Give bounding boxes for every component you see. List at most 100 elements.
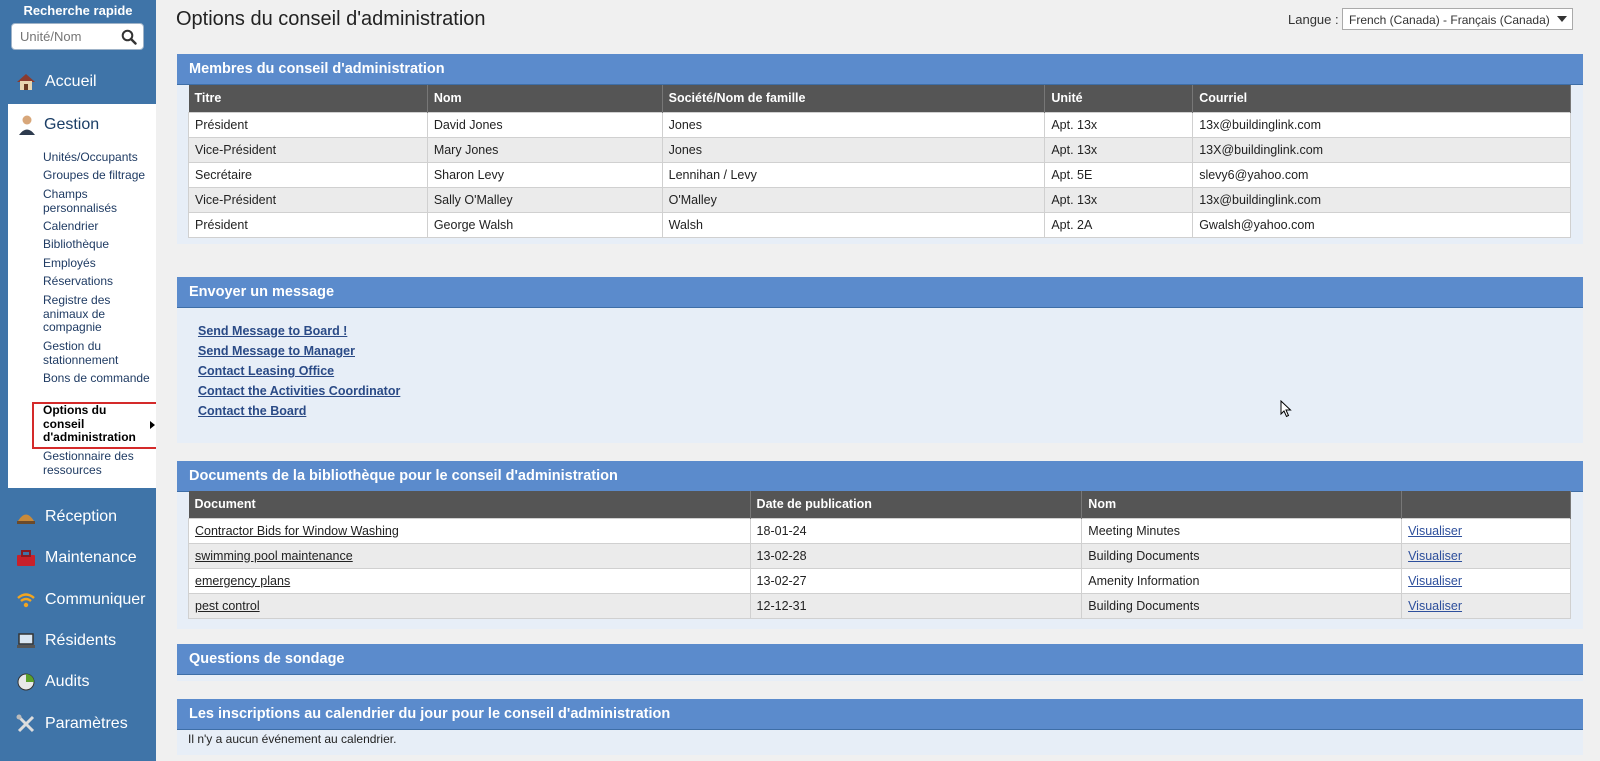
document-cell: pest control [188, 592, 751, 619]
member-company: O'Malley [661, 186, 1046, 213]
page-title: Options du conseil d'administration [176, 8, 486, 30]
column-header: Nom [427, 85, 663, 112]
nav-parametres[interactable]: Paramètres [0, 704, 156, 744]
column-header [1401, 491, 1571, 518]
subnav-employes[interactable]: Employés [43, 256, 155, 271]
gestion-panel: Gestion Unités/Occupants Groupes de filt… [8, 104, 166, 488]
member-unit: Apt. 13x [1044, 186, 1194, 213]
subnav-bibliotheque[interactable]: Bibliothèque [43, 237, 155, 252]
subnav-reservations[interactable]: Réservations [43, 274, 155, 289]
view-link[interactable]: Visualiser [1408, 549, 1462, 563]
nav-reception[interactable]: Réception [0, 497, 156, 537]
quick-search-title: Recherche rapide [23, 3, 133, 18]
member-title: Président [188, 111, 428, 138]
member-company: Walsh [661, 211, 1046, 238]
nav-communiquer[interactable]: Communiquer [0, 580, 156, 620]
house-icon [15, 71, 37, 93]
member-title: Secrétaire [188, 161, 428, 188]
subnav-gestionnaire-ressources[interactable]: Gestionnaire des ressources [43, 449, 155, 477]
document-link[interactable]: Contractor Bids for Window Washing [195, 524, 399, 538]
nav-accueil[interactable]: Accueil [0, 62, 156, 102]
document-date: 13-02-27 [749, 567, 1083, 594]
member-name: George Walsh [426, 211, 663, 238]
view-link[interactable]: Visualiser [1408, 599, 1462, 613]
documents-section-title: Documents de la bibliothèque pour le con… [177, 461, 1583, 492]
subnav-champs-personnalises[interactable]: Champs personnalisés [43, 187, 155, 215]
member-title: Vice-Président [188, 186, 428, 213]
send-message-board-link[interactable]: Send Message to Board ! [198, 324, 347, 338]
document-category: Building Documents [1081, 542, 1403, 569]
tools-icon [15, 713, 37, 735]
table-row: Président David Jones Jones Apt. 13x 13x… [188, 111, 1571, 138]
document-action-cell: Visualiser [1401, 592, 1571, 619]
document-category: Amenity Information [1081, 567, 1403, 594]
calendar-section: Les inscriptions au calendrier du jour p… [177, 699, 1583, 755]
subnav-bons-commande[interactable]: Bons de commande [43, 371, 155, 386]
documents-header-row: Document Date de publication Nom [188, 491, 1571, 518]
view-link[interactable]: Visualiser [1408, 574, 1462, 588]
nav-residents[interactable]: Résidents [0, 621, 156, 661]
member-unit: Apt. 13x [1044, 111, 1194, 138]
nav-audits[interactable]: Audits [0, 662, 156, 702]
member-name: Sally O'Malley [426, 186, 663, 213]
documents-table: Document Date de publication Nom Contrac… [188, 491, 1571, 619]
member-email: Gwalsh@yahoo.com [1192, 211, 1571, 238]
sidebar: Recherche rapide Accueil Gestion Unités/… [0, 0, 166, 761]
document-category: Meeting Minutes [1081, 517, 1403, 544]
column-header: Société/Nom de famille [662, 85, 1046, 112]
language-label: Langue : [1288, 12, 1339, 27]
member-title: Président [188, 211, 428, 238]
nav-gestion[interactable]: Gestion [16, 114, 99, 136]
document-link[interactable]: swimming pool maintenance [195, 549, 353, 563]
column-header: Unité [1044, 85, 1194, 112]
document-action-cell: Visualiser [1401, 567, 1571, 594]
pie-chart-icon [15, 671, 37, 693]
calendar-empty-text: Il n'y a aucun événement au calendrier. [188, 732, 397, 746]
nav-maintenance[interactable]: Maintenance [0, 538, 156, 578]
document-link[interactable]: pest control [195, 599, 260, 613]
contact-leasing-office-link[interactable]: Contact Leasing Office [198, 364, 334, 378]
search-icon[interactable] [121, 29, 137, 45]
table-row: pest control 12-12-31 Building Documents… [188, 592, 1571, 619]
toolbox-icon [15, 547, 37, 569]
member-name: David Jones [426, 111, 663, 138]
contact-board-link[interactable]: Contact the Board [198, 404, 306, 418]
quick-search-box [11, 23, 144, 50]
subnav-calendrier[interactable]: Calendrier [43, 219, 155, 234]
table-row: Vice-Président Mary Jones Jones Apt. 13x… [188, 136, 1571, 163]
document-date: 18-01-24 [749, 517, 1083, 544]
contact-activities-coordinator-link[interactable]: Contact the Activities Coordinator [198, 384, 400, 398]
column-header: Date de publication [750, 491, 1083, 518]
language-select[interactable]: French (Canada) - Français (Canada) [1342, 8, 1573, 30]
members-section: Membres du conseil d'administration Titr… [177, 54, 1583, 244]
document-link[interactable]: emergency plans [195, 574, 290, 588]
table-row: Président George Walsh Walsh Apt. 2A Gwa… [188, 211, 1571, 238]
subnav-unites-occupants[interactable]: Unités/Occupants [43, 150, 155, 165]
quick-search-input[interactable] [12, 24, 117, 49]
active-item-highlight [32, 402, 166, 449]
member-email: 13x@buildinglink.com [1192, 111, 1571, 138]
view-link[interactable]: Visualiser [1408, 524, 1462, 538]
document-action-cell: Visualiser [1401, 517, 1571, 544]
nav-accueil-label: Accueil [45, 73, 97, 90]
nav-parametres-label: Paramètres [45, 715, 128, 732]
document-cell: swimming pool maintenance [188, 542, 751, 569]
member-name: Mary Jones [426, 136, 663, 163]
send-message-manager-link[interactable]: Send Message to Manager [198, 344, 355, 358]
table-row: Contractor Bids for Window Washing 18-01… [188, 517, 1571, 544]
subnav-groupes-filtrage[interactable]: Groupes de filtrage [43, 168, 155, 183]
member-unit: Apt. 13x [1044, 136, 1194, 163]
document-cell: emergency plans [188, 567, 751, 594]
manager-person-icon [16, 114, 38, 136]
subnav-gestion-stationnement[interactable]: Gestion du stationnement [43, 339, 155, 367]
subnav-registre-animaux[interactable]: Registre des animaux de compagnie [43, 293, 155, 335]
nav-communiquer-label: Communiquer [45, 591, 146, 608]
member-company: Jones [661, 111, 1046, 138]
nav-reception-label: Réception [45, 508, 118, 525]
main-content: Options du conseil d'administration Lang… [156, 0, 1600, 761]
survey-section-title: Questions de sondage [177, 644, 1583, 675]
members-section-title: Membres du conseil d'administration [177, 54, 1583, 85]
desk-bell-icon [15, 506, 37, 528]
message-section: Envoyer un message Send Message to Board… [177, 277, 1583, 443]
member-email: 13x@buildinglink.com [1192, 186, 1571, 213]
